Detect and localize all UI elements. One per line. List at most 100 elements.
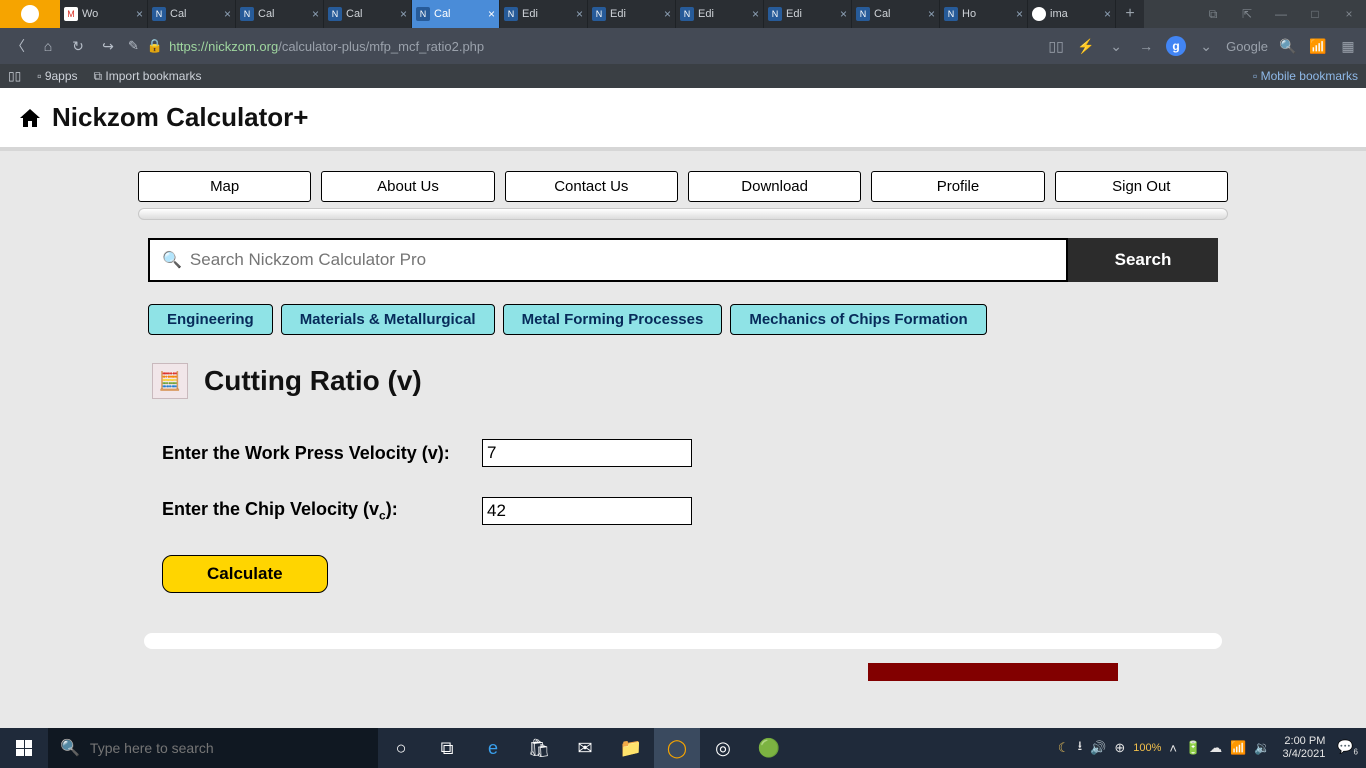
store-icon[interactable]: 🛍 (516, 728, 562, 768)
engine-dropdown-icon[interactable]: ⌄ (1196, 38, 1216, 55)
close-icon[interactable]: × (312, 7, 319, 21)
nav-download[interactable]: Download (688, 171, 861, 202)
input-work-press-velocity[interactable] (482, 439, 692, 467)
wifi-icon[interactable]: 📶 (1308, 38, 1328, 55)
label-chip-velocity: Enter the Chip Velocity (vc): (162, 499, 482, 523)
reader-icon[interactable]: ▯▯ (1046, 38, 1066, 55)
close-icon[interactable]: × (1016, 7, 1023, 21)
bookmark-import[interactable]: ⧉ Import bookmarks (94, 69, 202, 84)
new-tab-button[interactable]: + (1116, 0, 1144, 28)
browser-chrome: MWo× NCal× NCal× NCal× NCal× NEdi× NEdi×… (0, 0, 1366, 88)
nav-signout[interactable]: Sign Out (1055, 171, 1228, 202)
task-view-icon[interactable]: ⧉ (424, 728, 470, 768)
tab-edi-3[interactable]: NEdi× (676, 0, 764, 28)
calculator-form: Enter the Work Press Velocity (v): Enter… (162, 439, 1204, 593)
bookmark-bar: ▯▯ ▫ 9apps ⧉ Import bookmarks ▫ Mobile b… (0, 64, 1366, 88)
site-search-box[interactable]: 🔍 (148, 238, 1068, 282)
bookmark-9apps[interactable]: ▫ 9apps (37, 69, 77, 83)
chrome-icon[interactable]: 🟢 (746, 728, 792, 768)
tab-edi-1[interactable]: NEdi× (500, 0, 588, 28)
skin-icon[interactable]: ⇱ (1230, 0, 1264, 28)
minimize-icon[interactable]: — (1264, 0, 1298, 28)
battery-icon[interactable]: 🔋 (1185, 740, 1201, 756)
close-icon[interactable]: × (664, 7, 671, 21)
close-icon[interactable]: × (928, 7, 935, 21)
uc-browser-logo[interactable] (0, 0, 60, 28)
back-icon[interactable]: 〈 (8, 36, 28, 56)
gmail-icon: M (64, 7, 78, 21)
close-window-icon[interactable]: × (1332, 0, 1366, 28)
nav-about[interactable]: About Us (321, 171, 494, 202)
search-icon[interactable]: 🔍 (1278, 38, 1298, 55)
apps-grid-icon[interactable]: ▦ (1338, 38, 1358, 55)
tab-ho[interactable]: NHo× (940, 0, 1028, 28)
start-button[interactable] (0, 728, 48, 768)
close-icon[interactable]: × (136, 7, 143, 21)
tab-cal-3[interactable]: NCal× (324, 0, 412, 28)
tab-cal-active[interactable]: NCal× (412, 0, 500, 28)
close-icon[interactable]: × (752, 7, 759, 21)
tile-icon[interactable]: ⧉ (1196, 0, 1230, 28)
site-search-button[interactable]: Search (1068, 238, 1218, 282)
home-icon[interactable]: ⌂ (38, 38, 58, 54)
download-tray-icon[interactable]: ⭳ (1078, 737, 1083, 759)
nav-profile[interactable]: Profile (871, 171, 1044, 202)
site-tools-icon[interactable]: ✎ (128, 38, 139, 54)
tab-cal-4[interactable]: NCal× (852, 0, 940, 28)
taskbar-search-input[interactable] (90, 740, 366, 756)
calculate-button[interactable]: Calculate (162, 555, 328, 593)
page-viewport: Nickzom Calculator+ Map About Us Contact… (0, 88, 1366, 728)
zoom-icon[interactable]: ⊕ (1114, 740, 1125, 756)
sound-tray-icon[interactable]: 🔉 (1254, 740, 1270, 756)
edge-icon[interactable]: e (470, 728, 516, 768)
tab-gmail[interactable]: MWo× (60, 0, 148, 28)
ad-banner-partial[interactable] (868, 663, 1118, 681)
close-icon[interactable]: × (488, 7, 495, 21)
uc-browser-taskbar-icon[interactable]: ◯ (654, 728, 700, 768)
bookmarks-menu-icon[interactable]: ▯▯ (8, 69, 21, 83)
bolt-icon[interactable]: ⚡ (1076, 38, 1096, 55)
camera-icon[interactable]: ◎ (700, 728, 746, 768)
tab-edi-2[interactable]: NEdi× (588, 0, 676, 28)
close-icon[interactable]: × (1104, 7, 1111, 21)
volume-icon[interactable]: 🔊 (1090, 740, 1106, 756)
tray-chevron-icon[interactable]: ˄ (1169, 741, 1177, 756)
zoom-percent: 100% (1133, 742, 1161, 754)
label-work-press-velocity: Enter the Work Press Velocity (v): (162, 443, 482, 464)
close-icon[interactable]: × (576, 7, 583, 21)
crumb-metal-forming[interactable]: Metal Forming Processes (503, 304, 723, 335)
input-chip-velocity[interactable] (482, 497, 692, 525)
cortana-icon[interactable]: ○ (378, 728, 424, 768)
address-bar[interactable]: ✎ 🔒 https://nickzom.org/calculator-plus/… (128, 34, 1036, 58)
chevron-down-icon[interactable]: ⌄ (1106, 38, 1126, 55)
action-center-icon[interactable]: 💬6 (1337, 739, 1358, 757)
redo-icon[interactable]: ↪ (98, 38, 118, 55)
site-icon: N (768, 7, 782, 21)
wifi-tray-icon[interactable]: 📶 (1230, 740, 1246, 756)
clock[interactable]: 2:00 PM 3/4/2021 (1279, 735, 1330, 761)
tab-edi-4[interactable]: NEdi× (764, 0, 852, 28)
taskbar-search[interactable]: 🔍 (48, 728, 378, 768)
tab-bar: MWo× NCal× NCal× NCal× NCal× NEdi× NEdi×… (0, 0, 1366, 28)
crumb-materials[interactable]: Materials & Metallurgical (281, 304, 495, 335)
tab-google-images[interactable]: Gima× (1028, 0, 1116, 28)
close-icon[interactable]: × (400, 7, 407, 21)
crumb-chips-formation[interactable]: Mechanics of Chips Formation (730, 304, 986, 335)
close-icon[interactable]: × (224, 7, 231, 21)
tab-cal-2[interactable]: NCal× (236, 0, 324, 28)
tab-cal-1[interactable]: NCal× (148, 0, 236, 28)
close-icon[interactable]: × (840, 7, 847, 21)
crumb-engineering[interactable]: Engineering (148, 304, 273, 335)
onedrive-icon[interactable]: ☁ (1209, 740, 1222, 756)
night-mode-icon[interactable]: ☾ (1058, 740, 1070, 756)
reload-icon[interactable]: ↻ (68, 38, 88, 55)
explorer-icon[interactable]: 📁 (608, 728, 654, 768)
nav-contact[interactable]: Contact Us (505, 171, 678, 202)
forward-icon[interactable]: → (1136, 38, 1156, 54)
nav-map[interactable]: Map (138, 171, 311, 202)
site-search-input[interactable] (190, 250, 1054, 270)
bookmark-mobile[interactable]: ▫ Mobile bookmarks (1253, 69, 1358, 83)
google-badge-icon[interactable]: g (1166, 36, 1186, 56)
maximize-icon[interactable]: □ (1298, 0, 1332, 28)
mail-icon[interactable]: ✉ (562, 728, 608, 768)
